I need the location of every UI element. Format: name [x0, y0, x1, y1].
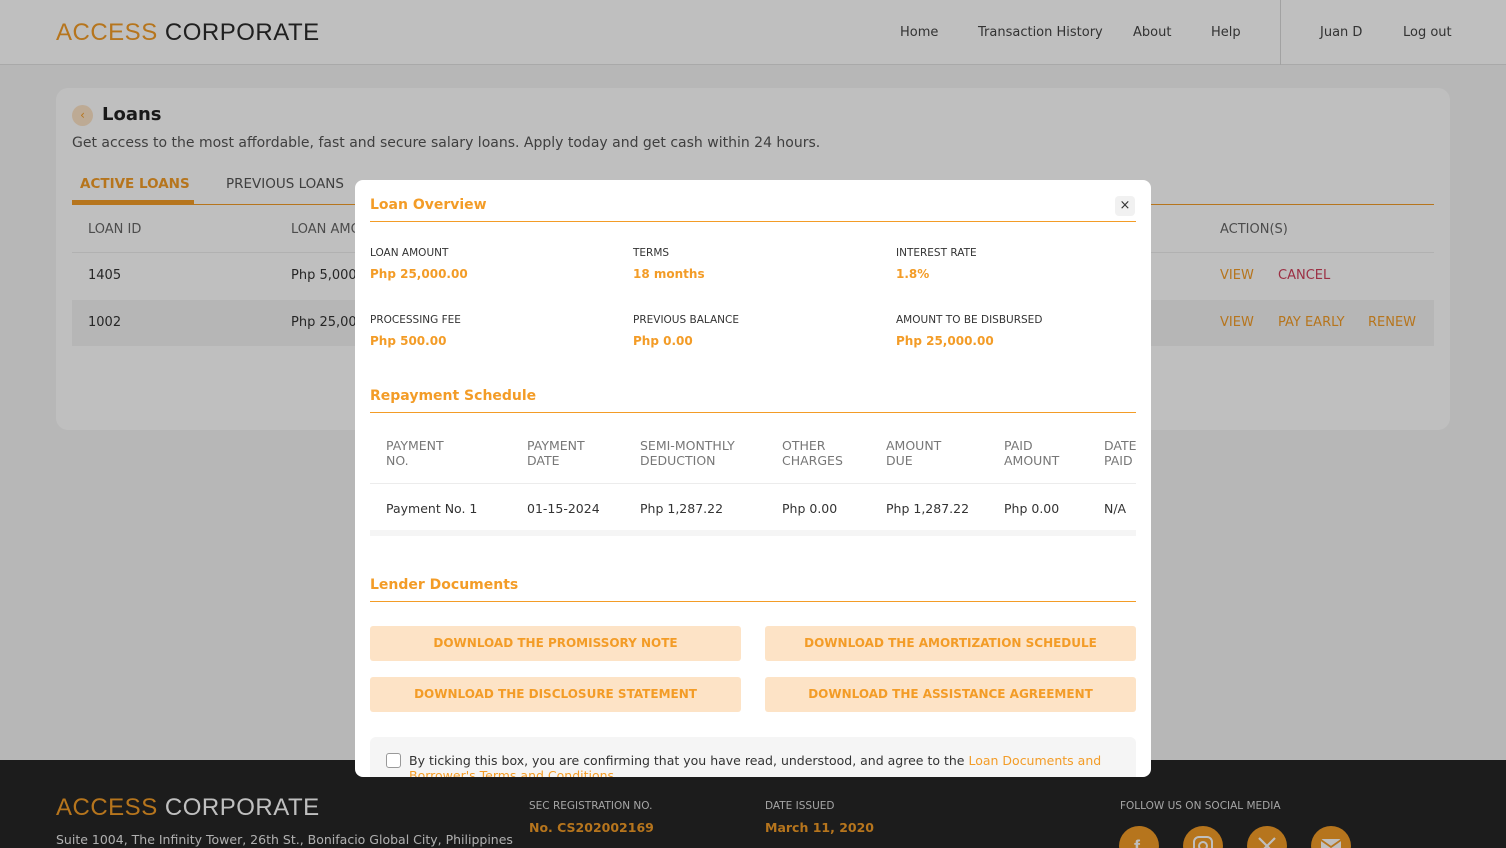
disbursed-amount-label: AMOUNT TO BE DISBURSED [896, 314, 1043, 326]
previous-balance-label: PREVIOUS BALANCE [633, 314, 739, 326]
agreement-text: By ticking this box, you are confirming … [409, 753, 1109, 777]
col-header-payment-date: PAYMENT DATE [527, 438, 585, 468]
previous-balance-value: Php 0.00 [633, 334, 693, 348]
close-icon[interactable]: × [1115, 196, 1135, 216]
terms-label: TERMS [633, 247, 670, 259]
terms-value: 18 months [633, 267, 705, 281]
loan-amount-label: LOAN AMOUNT [370, 247, 449, 259]
download-assistance-agreement-button[interactable]: DOWNLOAD THE ASSISTANCE AGREEMENT [765, 677, 1136, 712]
deduction-cell: Php 1,287.22 [640, 501, 724, 516]
modal-title: Loan Overview [370, 197, 487, 213]
loan-overview-modal: Loan Overview × LOAN AMOUNT Php 25,000.0… [355, 180, 1151, 777]
lender-documents-title: Lender Documents [370, 577, 519, 593]
download-disclosure-statement-button[interactable]: DOWNLOAD THE DISCLOSURE STATEMENT [370, 677, 741, 712]
col-header-payment-no: PAYMENT NO. [386, 438, 444, 468]
agree-checkbox[interactable] [386, 753, 401, 768]
col-header-date-paid: DATE PAID [1104, 438, 1137, 468]
col-header-other-charges: OTHER CHARGES [782, 438, 843, 468]
download-promissory-note-button[interactable]: DOWNLOAD THE PROMISSORY NOTE [370, 626, 741, 661]
col-header-semi-monthly-deduction: SEMI-MONTHLY DEDUCTION [640, 438, 735, 468]
terms-agreement-box: By ticking this box, you are confirming … [370, 737, 1136, 777]
repayment-divider [370, 412, 1136, 413]
date-paid-cell: N/A [1104, 501, 1127, 516]
payment-no-cell: Payment No. 1 [386, 501, 478, 516]
download-amortization-schedule-button[interactable]: DOWNLOAD THE AMORTIZATION SCHEDULE [765, 626, 1136, 661]
schedule-scrollbar[interactable] [370, 530, 1136, 536]
other-charges-cell: Php 0.00 [782, 501, 838, 516]
agreement-statement: By ticking this box, you are confirming … [409, 753, 969, 768]
disbursed-amount-value: Php 25,000.00 [896, 334, 994, 348]
payment-date-cell: 01-15-2024 [527, 501, 600, 516]
amount-due-cell: Php 1,287.22 [886, 501, 970, 516]
paid-amount-cell: Php 0.00 [1004, 501, 1060, 516]
processing-fee-label: PROCESSING FEE [370, 314, 461, 326]
processing-fee-value: Php 500.00 [370, 334, 447, 348]
interest-rate-value: 1.8% [896, 267, 930, 281]
col-header-amount-due: AMOUNT DUE [886, 438, 942, 468]
schedule-row-divider [370, 483, 1136, 484]
loan-amount-value: Php 25,000.00 [370, 267, 468, 281]
interest-rate-label: INTEREST RATE [896, 247, 977, 259]
documents-divider [370, 601, 1136, 602]
repayment-schedule-title: Repayment Schedule [370, 388, 537, 404]
title-divider [370, 221, 1136, 222]
